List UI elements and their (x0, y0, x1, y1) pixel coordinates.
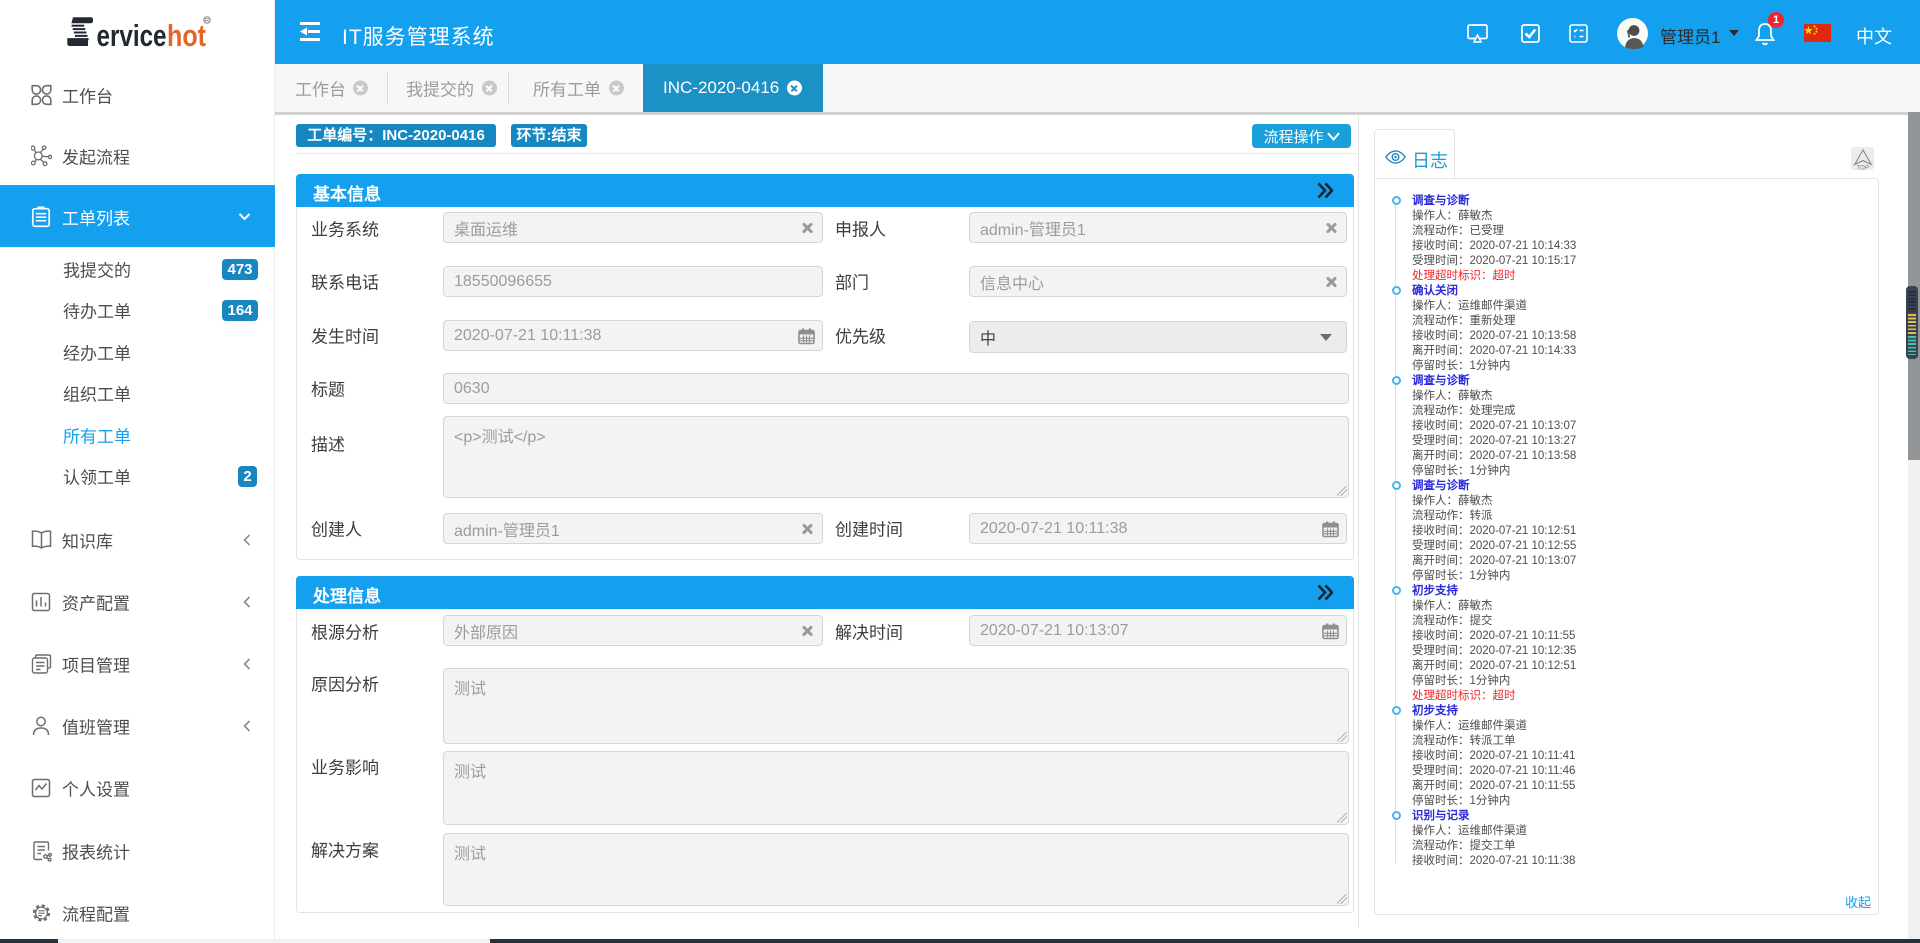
svg-text:ervice: ervice (97, 18, 167, 49)
svg-text:R: R (205, 17, 210, 24)
svg-text:TOP: TOP (1856, 165, 1869, 171)
svg-text:hot: hot (167, 18, 206, 49)
